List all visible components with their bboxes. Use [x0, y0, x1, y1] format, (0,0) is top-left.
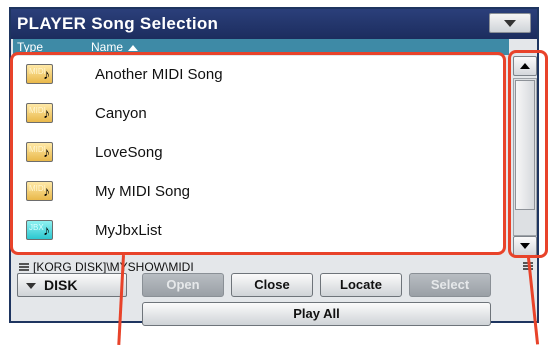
locate-button[interactable]: Locate [320, 273, 402, 297]
close-button[interactable]: Close [231, 273, 313, 297]
current-path: [KORG DISK]\MYSHOW\MIDI [19, 259, 194, 274]
file-list-callout [10, 52, 506, 255]
device-select[interactable]: DISK [17, 273, 127, 297]
page-menu-button[interactable] [489, 13, 531, 33]
play-all-button[interactable]: Play All [142, 302, 491, 326]
chevron-down-icon [26, 283, 36, 289]
scrollbar-callout [508, 50, 548, 258]
chevron-down-icon [504, 20, 516, 27]
sort-ascending-icon [128, 44, 139, 51]
open-button[interactable]: Open [142, 273, 224, 297]
window-title: PLAYER Song Selection [17, 14, 219, 33]
path-menu-icon [19, 262, 29, 271]
title-bar: PLAYER Song Selection [11, 9, 537, 39]
select-button[interactable]: Select [409, 273, 491, 297]
